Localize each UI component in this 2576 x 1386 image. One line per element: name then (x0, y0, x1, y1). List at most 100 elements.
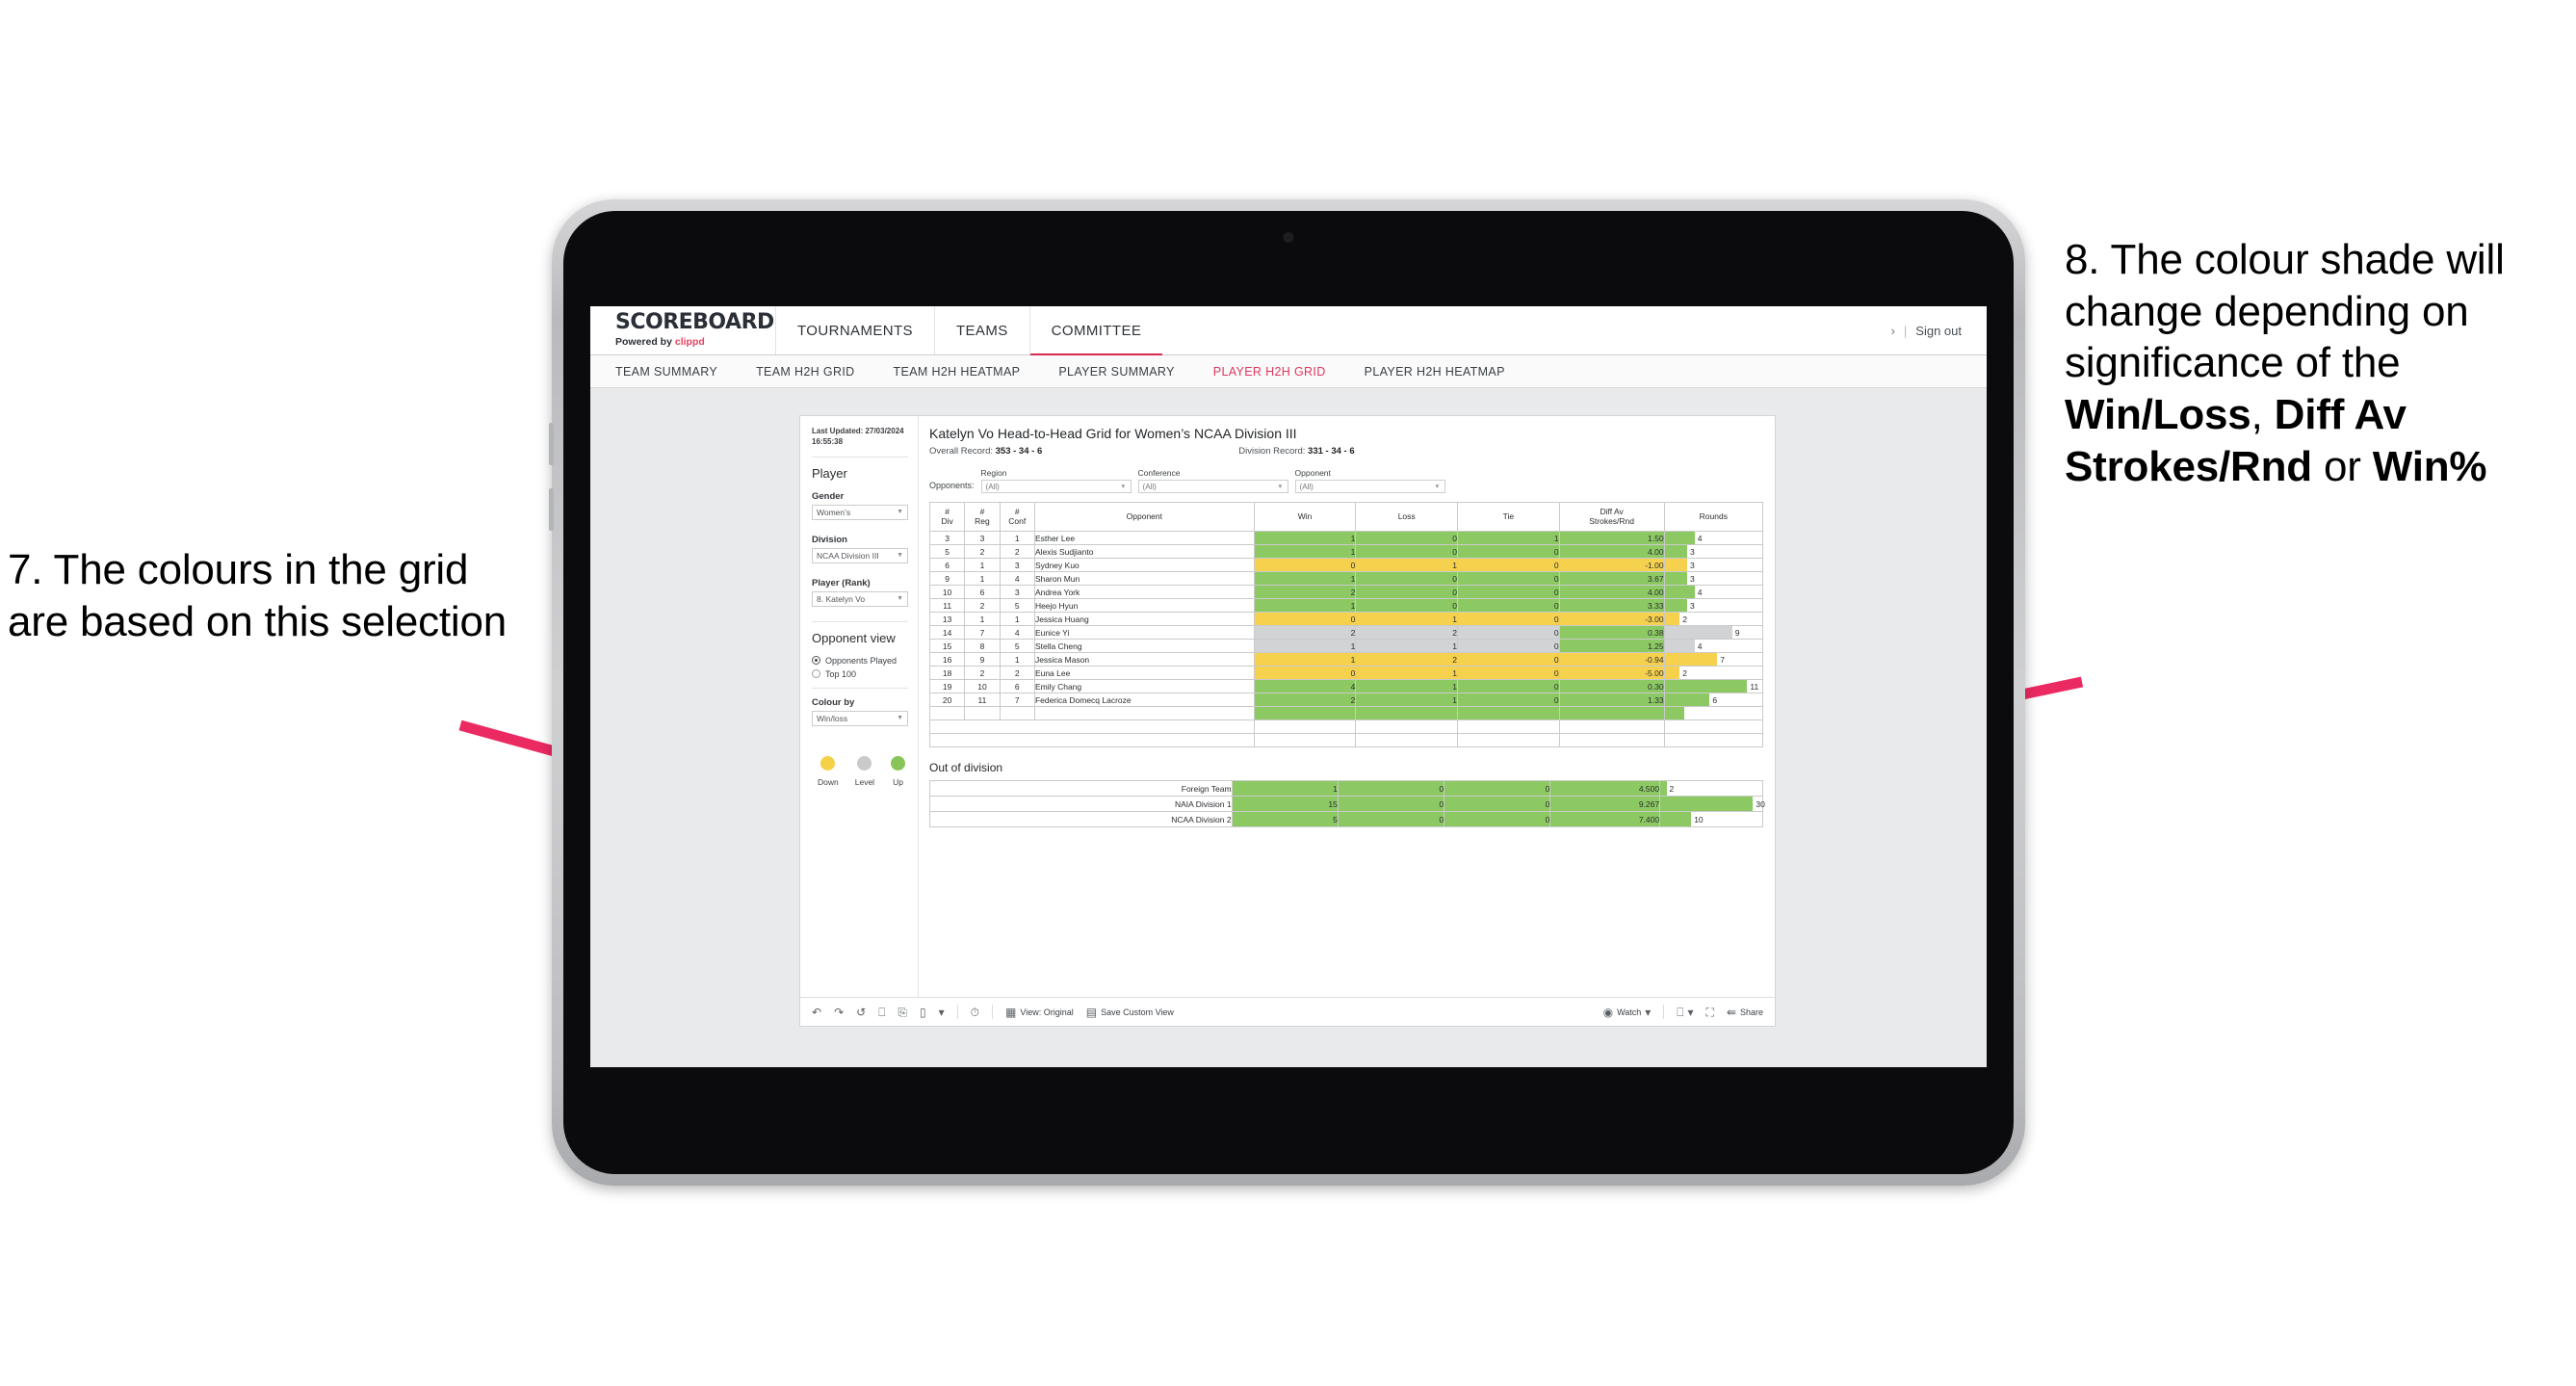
subnav-item-player-summary[interactable]: PLAYER SUMMARY (1058, 365, 1174, 379)
division-record-label: Division Record: (1238, 446, 1309, 457)
cell-rounds: 2 (1663, 666, 1764, 680)
filter-region-select[interactable]: (All) ▼ (980, 480, 1132, 493)
caret-down-icon[interactable]: ▾ (939, 1007, 945, 1018)
filter-conference-select[interactable]: (All) ▼ (1137, 480, 1288, 493)
sign-out-button[interactable]: Sign out (1915, 324, 1962, 338)
volume-up-button[interactable] (549, 423, 554, 465)
cell-conf: 6 (999, 679, 1035, 693)
alert-icon[interactable]: ⏱ (971, 1007, 979, 1018)
filter-opponent: Opponent (All) ▼ (1294, 468, 1445, 493)
cell-conf (999, 706, 1035, 720)
subnav-item-team-h2h-heatmap[interactable]: TEAM H2H HEATMAP (894, 365, 1021, 379)
radio-opponents-played[interactable]: Opponents Played (812, 656, 908, 666)
cell-win (1253, 706, 1357, 720)
table-row[interactable]: 16 9 1 Jessica Mason 1 2 0 -0.94 7 (928, 652, 1764, 667)
nav-item-teams[interactable]: TEAMS (933, 306, 1029, 354)
revert-icon[interactable]: ↺ (856, 1007, 866, 1018)
table-row[interactable]: 13 1 1 Jessica Huang 0 1 0 -3.00 2 (928, 612, 1764, 626)
player-rank-select[interactable]: 8. Katelyn Vo ▼ (812, 590, 908, 607)
out-of-division-row[interactable]: Foreign Team 1 0 0 4.500 2 (929, 780, 1763, 797)
table-row-partial[interactable] (928, 706, 1764, 720)
colour-legend: Down Level Up (812, 741, 908, 787)
table-row[interactable]: 9 1 4 Sharon Mun 1 0 0 3.67 3 (928, 571, 1764, 586)
cell-opponent: Jessica Huang (1033, 612, 1255, 626)
subnav-item-team-h2h-grid[interactable]: TEAM H2H GRID (756, 365, 854, 379)
annotation-right: 8. The colour shade will change dependin… (2065, 234, 2565, 492)
cell-win: 5 (1231, 811, 1339, 827)
legend-item-up: Up (891, 755, 906, 787)
cell-diff-av-strokes: 4.00 (1558, 544, 1665, 559)
gender-select[interactable]: Women’s ▼ (812, 504, 908, 520)
layout-icon[interactable]: ▯ (920, 1007, 926, 1018)
h2h-grid-body: 3 3 1 Esther Lee 1 0 1 1.50 4 5 2 2 Alexis Sudjianto… (928, 531, 1764, 747)
cell-win: 1 (1253, 544, 1357, 559)
division-select[interactable]: NCAA Division III ▼ (812, 547, 908, 563)
table-row[interactable]: 14 7 4 Eunice Yi 2 2 0 0.38 9 (928, 625, 1764, 640)
table-row[interactable]: 3 3 1 Esther Lee 1 0 1 1.50 4 (928, 531, 1764, 545)
cell-diff-av-strokes: 0.38 (1558, 625, 1665, 640)
table-row[interactable]: 19 10 6 Emily Chang 4 1 0 0.30 11 (928, 679, 1764, 693)
annotation-right-bold-winloss: Win/Loss (2065, 391, 2251, 439)
table-row[interactable]: 11 2 5 Heejo Hyun 1 0 0 3.33 3 (928, 598, 1764, 613)
share-label: Share (1739, 1007, 1763, 1017)
nav-item-tournaments[interactable]: TOURNAMENTS (775, 306, 934, 354)
table-row[interactable]: 6 1 3 Sydney Kuo 0 1 0 -1.00 3 (928, 558, 1764, 572)
pause-icon[interactable]: ⎘ (898, 1007, 907, 1018)
table-row[interactable]: 18 2 2 Euna Lee 0 1 0 -5.00 2 (928, 666, 1764, 680)
col-div-l2: Div (941, 515, 953, 526)
front-camera-icon (1283, 232, 1294, 243)
rounds-bar (1664, 693, 1710, 706)
cell-loss: 1 (1355, 558, 1459, 572)
gender-label: Gender (812, 490, 845, 502)
rounds-value: 10 (1694, 814, 1704, 824)
col-diff-l2: Strokes/Rnd (1589, 515, 1635, 526)
opponents-filter-label: Opponents: (929, 481, 975, 490)
subnav-item-team-summary[interactable]: TEAM SUMMARY (615, 365, 717, 379)
filter-opponent-select[interactable]: (All) ▼ (1294, 480, 1445, 493)
cell-tie: 0 (1457, 558, 1560, 572)
cell-diff-av-strokes: 4.00 (1558, 585, 1665, 599)
cell-rounds: 4 (1663, 585, 1764, 599)
cell-rounds: 2 (1659, 780, 1763, 797)
brand-powered-prefix: Powered by (615, 336, 675, 348)
nav-label-committee: COMMITTEE (1051, 322, 1142, 339)
table-row[interactable]: 10 6 3 Andrea York 2 0 0 4.00 4 (928, 585, 1764, 599)
fullscreen-icon[interactable]: ⛶ (1706, 1007, 1714, 1018)
chevron-right-icon[interactable]: › (1891, 324, 1895, 338)
chevron-down-icon: ▾ (1645, 1005, 1652, 1019)
save-custom-view-button[interactable]: ▤ Save Custom View (1086, 1007, 1174, 1018)
cell-div: 3 (928, 531, 966, 545)
nav-item-committee[interactable]: COMMITTEE (1028, 306, 1163, 355)
redo-icon[interactable]: ↷ (834, 1007, 844, 1018)
account-area: › | Sign out (1891, 306, 1987, 354)
volume-down-button[interactable] (549, 488, 554, 531)
view-original-button[interactable]: ▦ View: Original (1005, 1007, 1074, 1018)
table-row[interactable]: 15 8 5 Stella Cheng 1 1 0 1.25 4 (928, 639, 1764, 653)
cell-win: 1 (1253, 531, 1357, 545)
cell-rounds: 11 (1663, 679, 1764, 693)
subnav-item-player-h2h-heatmap[interactable]: PLAYER H2H HEATMAP (1365, 365, 1505, 379)
cell-loss: 0 (1355, 585, 1459, 599)
rounds-bar (1664, 613, 1680, 625)
out-of-division-row[interactable]: NAIA Division 1 15 0 0 9.267 30 (929, 796, 1765, 812)
cell-conf: 7 (999, 693, 1035, 707)
table-row[interactable]: 20 11 7 Federica Domecq Lacroze 2 1 0 1.33 6 (928, 693, 1764, 707)
chevron-down-icon: ▼ (1120, 483, 1127, 490)
table-row[interactable]: 5 2 2 Alexis Sudjianto 1 0 0 4.00 3 (928, 544, 1764, 559)
download-button[interactable]: ⎕ ▾ (1677, 1007, 1693, 1018)
refresh-icon[interactable]: ⎕ (878, 1007, 885, 1018)
subnav-item-player-h2h-grid[interactable]: PLAYER H2H GRID (1213, 365, 1326, 379)
colour-by-select[interactable]: Win/loss ▼ (812, 710, 908, 726)
cell-rounds: 3 (1663, 544, 1764, 559)
undo-icon[interactable]: ↶ (812, 1007, 821, 1018)
sidebar-divider-1 (812, 456, 908, 458)
watch-button[interactable]: ◉ Watch ▾ (1603, 1007, 1652, 1018)
cell-tie: 0 (1457, 652, 1560, 667)
out-of-division-row[interactable]: NCAA Division 2 5 0 0 7.400 10 (929, 811, 1763, 827)
radio-top-100[interactable]: Top 100 (812, 669, 908, 679)
share-button[interactable]: ⇚ Share (1727, 1007, 1763, 1018)
rounds-bar (1664, 653, 1718, 666)
col-loss: Loss (1355, 502, 1459, 532)
cell-reg: 2 (964, 666, 1001, 680)
brand-logo[interactable]: SCOREBOARD Powered by clippd (590, 306, 775, 354)
